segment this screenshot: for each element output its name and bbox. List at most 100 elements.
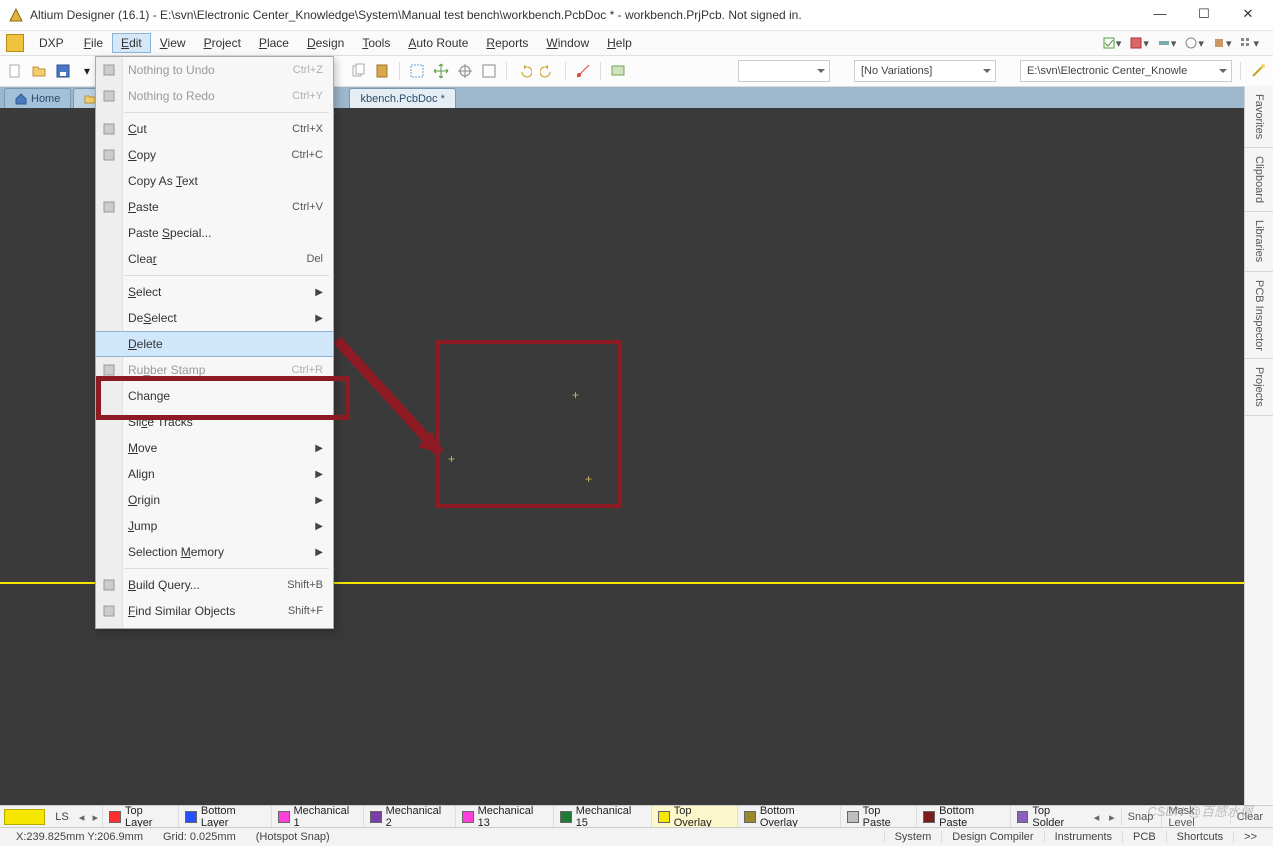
mode-icon-1[interactable]: ▾	[1102, 36, 1122, 50]
undo-icon[interactable]	[515, 62, 533, 80]
save-icon[interactable]	[54, 62, 72, 80]
layer-set-button[interactable]: LS	[49, 811, 74, 823]
dxp-icon[interactable]	[6, 34, 24, 52]
design-rules-icon[interactable]	[574, 62, 592, 80]
layer-tab-mechanical-2[interactable]: Mechanical 2	[363, 806, 455, 828]
menu-help[interactable]: Help	[598, 33, 641, 53]
tab-pcbdoc[interactable]: kbench.PcbDoc *	[349, 88, 455, 109]
side-panel-projects[interactable]: Projects	[1249, 359, 1269, 415]
status-panel-instruments[interactable]: Instruments	[1044, 831, 1122, 843]
edit-menu-jump[interactable]: Jump▶	[96, 513, 333, 539]
redo-icon[interactable]	[539, 62, 557, 80]
edit-menu-copy[interactable]: CopyCtrl+C	[96, 142, 333, 168]
undo-icon	[101, 62, 117, 78]
layer-tab-top-solder[interactable]: Top Solder	[1010, 806, 1090, 828]
layer-tab-mechanical-1[interactable]: Mechanical 1	[271, 806, 363, 828]
layer-tab-top-layer[interactable]: Top Layer	[102, 806, 178, 828]
edit-menu-find-similar-objects[interactable]: Find Similar ObjectsShift+F	[96, 598, 333, 624]
status-panel-shortcuts[interactable]: Shortcuts	[1166, 831, 1233, 843]
home-icon	[15, 93, 27, 105]
copy-icon[interactable]	[349, 62, 367, 80]
edit-menu-align[interactable]: Align▶	[96, 461, 333, 487]
mode-icon-4[interactable]: ▾	[1184, 36, 1204, 50]
layer-tab-bar: LS ◂ ▸ Top LayerBottom LayerMechanical 1…	[0, 805, 1273, 828]
side-panel-pcb-inspector[interactable]: PCB Inspector	[1249, 272, 1269, 359]
status-panel-design-compiler[interactable]: Design Compiler	[941, 831, 1043, 843]
edit-menu-origin[interactable]: Origin▶	[96, 487, 333, 513]
layer-tab-top-paste[interactable]: Top Paste	[840, 806, 917, 828]
edit-menu-copy-as-text[interactable]: Copy As Text	[96, 168, 333, 194]
menu-reports[interactable]: Reports	[477, 33, 537, 53]
browse-icon[interactable]	[609, 62, 627, 80]
mode-icon-2[interactable]: ▾	[1129, 36, 1149, 50]
open-folder-icon[interactable]	[30, 62, 48, 80]
side-panel-libraries[interactable]: Libraries	[1249, 212, 1269, 270]
save-dropdown-icon[interactable]: ▾	[78, 62, 96, 80]
menu-project[interactable]: Project	[195, 33, 250, 53]
status-panel-pcb[interactable]: PCB	[1122, 831, 1166, 843]
mode-icon-6[interactable]: ▾	[1239, 36, 1259, 50]
edit-menu-selection-memory[interactable]: Selection Memory▶	[96, 539, 333, 565]
select-icon[interactable]	[408, 62, 426, 80]
crosshair-icon[interactable]	[456, 62, 474, 80]
layer-scroll-left-2[interactable]: ◂	[1090, 811, 1103, 824]
menu-file[interactable]: File	[75, 33, 112, 53]
window-maximize-button[interactable]: ☐	[1191, 5, 1217, 25]
edit-menu-deselect[interactable]: DeSelect▶	[96, 305, 333, 331]
window-close-button[interactable]: ✕	[1235, 5, 1261, 25]
layer-tab-mechanical-13[interactable]: Mechanical 13	[455, 806, 553, 828]
layer-tab-bottom-paste[interactable]: Bottom Paste	[916, 806, 1009, 828]
wand-icon[interactable]	[1249, 62, 1267, 80]
menu-view[interactable]: View	[151, 33, 195, 53]
layer-scroll-right[interactable]: ▸	[88, 811, 102, 824]
edit-menu-delete[interactable]: Delete	[96, 331, 333, 357]
move-icon[interactable]	[432, 62, 450, 80]
menu-window[interactable]: Window	[537, 33, 598, 53]
layer-swatch-icon	[744, 811, 756, 823]
layer-tab-label: Top Layer	[125, 805, 172, 828]
menu-design[interactable]: Design	[298, 33, 353, 53]
layer-tab-bottom-overlay[interactable]: Bottom Overlay	[737, 806, 840, 828]
snap-button[interactable]: Snap	[1121, 809, 1160, 825]
edit-menu-select[interactable]: Select▶	[96, 279, 333, 305]
menu-auto-route[interactable]: Auto Route	[399, 33, 477, 53]
status-panel-system[interactable]: System	[884, 831, 942, 843]
status-panel-[interactable]: >>	[1233, 831, 1267, 843]
layer-swatch-icon	[847, 811, 859, 823]
edit-menu-move[interactable]: Move▶	[96, 435, 333, 461]
layer-tab-bottom-layer[interactable]: Bottom Layer	[178, 806, 271, 828]
mode-icon-3[interactable]: ▾	[1157, 36, 1177, 50]
zoom-fit-icon[interactable]	[480, 62, 498, 80]
window-titlebar: Altium Designer (16.1) - E:\svn\Electron…	[0, 0, 1273, 31]
app-logo-icon	[8, 7, 24, 23]
mode-icon-5[interactable]: ▾	[1212, 36, 1232, 50]
layer-tab-top-overlay[interactable]: Top Overlay	[651, 806, 737, 828]
menu-tools[interactable]: Tools	[353, 33, 399, 53]
paste-icon[interactable]	[373, 62, 391, 80]
active-layer-swatch[interactable]	[4, 809, 45, 825]
side-panel-favorites[interactable]: Favorites	[1249, 86, 1269, 147]
edit-menu-slice-tracks[interactable]: Slice Tracks	[96, 409, 333, 435]
layer-combo[interactable]	[738, 60, 830, 82]
mask-level-button[interactable]: Mask Level	[1161, 805, 1227, 828]
tab-home-label: Home	[31, 93, 60, 105]
edit-menu-change[interactable]: Change	[96, 383, 333, 409]
menu-place[interactable]: Place	[250, 33, 298, 53]
edit-menu-build-query[interactable]: Build Query...Shift+B	[96, 572, 333, 598]
project-path-combo[interactable]: E:\svn\Electronic Center_Knowle	[1020, 60, 1232, 82]
window-minimize-button[interactable]: —	[1147, 5, 1173, 25]
edit-menu-clear[interactable]: ClearDel	[96, 246, 333, 272]
layer-scroll-right-2[interactable]: ▸	[1105, 811, 1118, 824]
layer-tab-mechanical-15[interactable]: Mechanical 15	[553, 806, 651, 828]
clear-button[interactable]: Clear	[1230, 809, 1269, 825]
edit-menu-paste[interactable]: PasteCtrl+V	[96, 194, 333, 220]
tab-home[interactable]: Home	[4, 88, 71, 109]
edit-menu-cut[interactable]: CutCtrl+X	[96, 116, 333, 142]
layer-scroll-left[interactable]: ◂	[75, 811, 89, 824]
edit-menu-paste-special[interactable]: Paste Special...	[96, 220, 333, 246]
menu-dxp[interactable]: DXP	[30, 33, 73, 53]
side-panel-clipboard[interactable]: Clipboard	[1249, 148, 1269, 211]
new-file-icon[interactable]	[6, 62, 24, 80]
menu-edit[interactable]: Edit	[112, 33, 151, 53]
variations-combo[interactable]: [No Variations]	[854, 60, 996, 82]
